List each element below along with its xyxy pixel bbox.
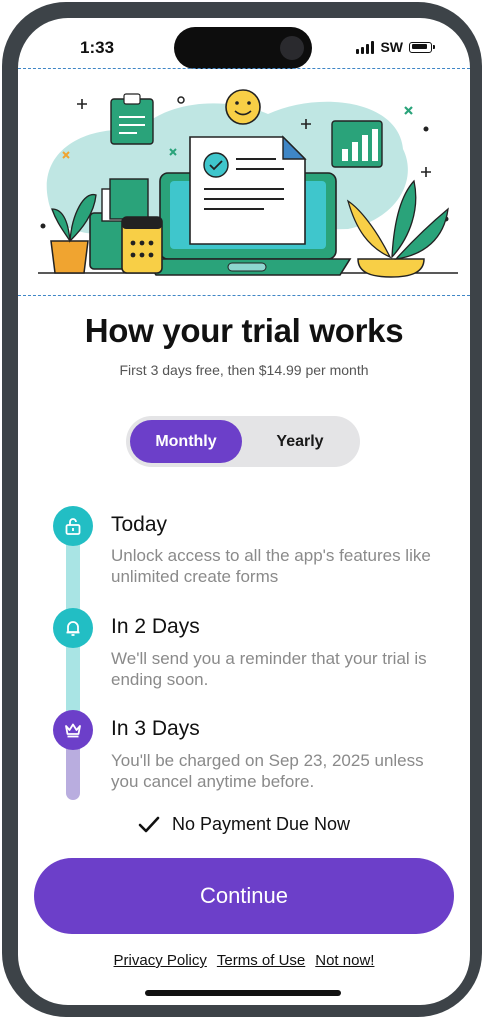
- no-payment-label: No Payment Due Now: [171, 814, 351, 834]
- status-bar: 1:33 SW: [18, 18, 470, 69]
- bell-icon: [53, 608, 93, 648]
- phone-frame: 1:33 SW How your trial works First 3 day…: [2, 2, 482, 1017]
- terms-of-use-link[interactable]: Terms of Use: [217, 952, 305, 969]
- workspace-illustration: [38, 89, 458, 278]
- timeline-title-today: Today: [111, 513, 168, 536]
- tab-monthly[interactable]: Monthly: [130, 420, 242, 463]
- home-indicator[interactable]: [145, 990, 341, 996]
- carrier-label: SW: [380, 39, 403, 55]
- footer-links: Privacy Policy Terms of Use Not now!: [18, 952, 470, 969]
- checkmark-icon: [138, 816, 160, 832]
- status-time: 1:33: [80, 38, 115, 57]
- tab-yearly[interactable]: Yearly: [244, 420, 356, 463]
- continue-button[interactable]: Continue: [34, 858, 454, 934]
- camera-icon: [280, 36, 304, 60]
- timeline-desc-today: Unlock access to all the app's features …: [111, 546, 431, 586]
- unlock-icon: [53, 506, 93, 546]
- signal-icon: [356, 40, 375, 54]
- timeline-desc-day2: We'll send you a reminder that your tria…: [111, 649, 427, 689]
- privacy-policy-link[interactable]: Privacy Policy: [114, 952, 207, 969]
- hero-illustration: [18, 68, 470, 296]
- crown-icon: [53, 710, 93, 750]
- dynamic-island: [174, 27, 312, 69]
- timeline-title-day3: In 3 Days: [111, 717, 200, 740]
- screen: 1:33 SW How your trial works First 3 day…: [18, 18, 470, 1005]
- battery-icon: [409, 41, 435, 53]
- plan-toggle: Monthly Yearly: [126, 416, 360, 467]
- status-indicators: SW: [356, 39, 435, 55]
- timeline-desc-day3: You'll be charged on Sep 23, 2025 unless…: [111, 751, 424, 791]
- not-now-link[interactable]: Not now!: [315, 952, 374, 969]
- no-payment-note: No Payment Due Now: [18, 814, 470, 835]
- page-title: How your trial works: [84, 312, 404, 349]
- timeline-title-day2: In 2 Days: [111, 615, 200, 638]
- page-subtitle: First 3 days free, then $14.99 per month: [119, 362, 369, 378]
